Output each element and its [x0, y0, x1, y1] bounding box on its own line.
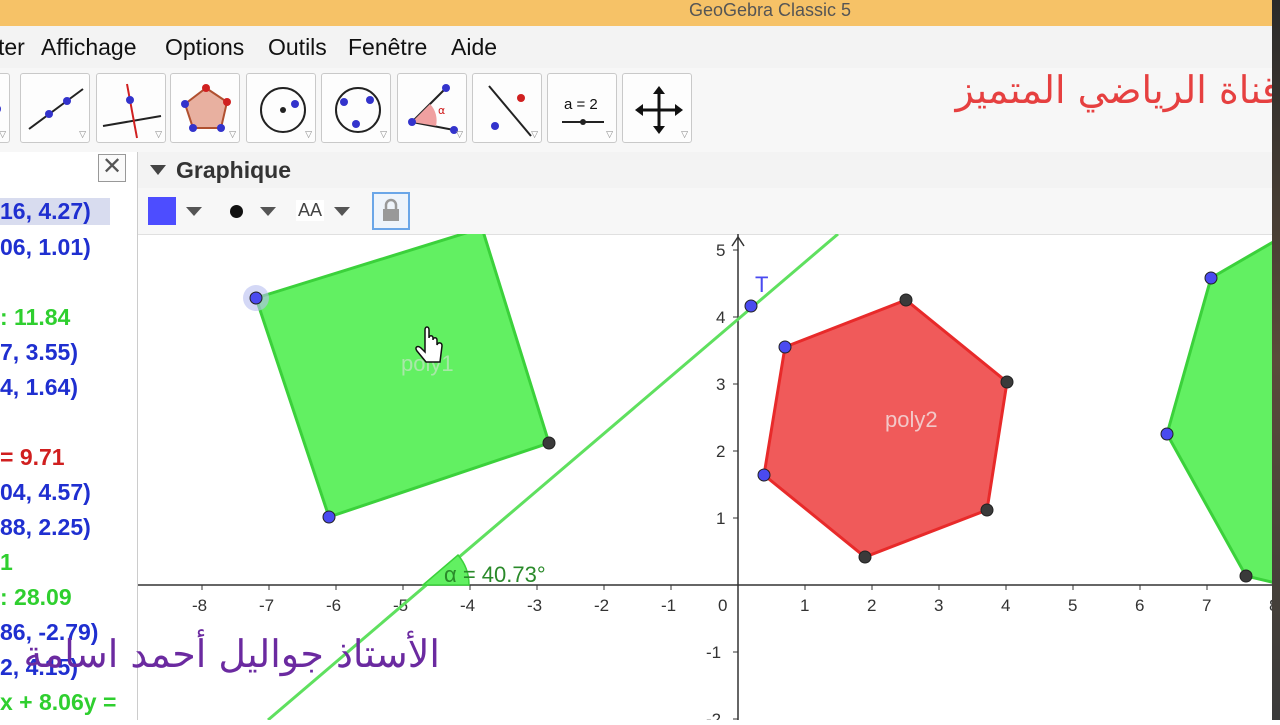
right-edge-strip: [1272, 0, 1280, 720]
y-tick-label: 1: [716, 509, 725, 528]
poly3-vertex: [1160, 427, 1174, 441]
algebra-row[interactable]: = 9.71: [0, 444, 65, 471]
menu-file[interactable]: ter: [0, 34, 25, 61]
y-tick-label: 4: [716, 308, 725, 327]
poly2-vertex: [757, 468, 771, 482]
poly2-vertex: [858, 550, 872, 564]
y-tick-label: 2: [716, 442, 725, 461]
svg-text:α: α: [438, 104, 445, 117]
x-tick-label: -1: [661, 596, 676, 615]
algebra-row[interactable]: : 28.09: [0, 584, 72, 611]
circle-three-points-tool[interactable]: ▽: [321, 73, 391, 143]
window-title: GeoGebra Classic 5: [688, 0, 852, 20]
algebra-row[interactable]: 7, 3.55): [0, 339, 78, 366]
point-style-icon[interactable]: [230, 205, 243, 218]
poly3-vertex: [1204, 271, 1218, 285]
point-T-label: T: [755, 272, 768, 297]
menu-outils[interactable]: Outils: [268, 34, 327, 61]
graphics-view-header: Graphique: [138, 152, 1280, 189]
menu-affichage[interactable]: Affichage: [41, 34, 136, 61]
close-icon[interactable]: ✕: [98, 154, 126, 182]
x-tick-label: -8: [192, 596, 207, 615]
x-tick-label: -2: [594, 596, 609, 615]
poly1-vertex: [249, 291, 263, 305]
y-tick-label: 3: [716, 375, 725, 394]
chevron-down-icon[interactable]: [334, 207, 350, 216]
x-tick-label: -6: [326, 596, 341, 615]
poly2-label: poly2: [885, 407, 938, 432]
menu-options[interactable]: Options: [165, 34, 244, 61]
poly2-vertex: [778, 340, 792, 354]
poly3-vertex: [1239, 569, 1253, 583]
title-bar: GeoGebra Classic 5: [0, 0, 1280, 26]
algebra-row[interactable]: 4, 1.64): [0, 374, 78, 401]
lock-icon: [383, 198, 399, 221]
lock-button[interactable]: [372, 192, 410, 230]
y-tick-label: -2: [706, 710, 721, 720]
channel-watermark: قناة الرياضي المتميز: [955, 68, 1280, 112]
chevron-down-icon[interactable]: [260, 207, 276, 216]
move-graphics-view-tool[interactable]: ▽: [622, 73, 692, 143]
y-tick-label: 5: [716, 241, 725, 260]
menu-aide[interactable]: Aide: [451, 34, 497, 61]
x-tick-label: 3: [934, 596, 943, 615]
angle-tool[interactable]: α ▽: [397, 73, 467, 143]
algebra-row[interactable]: 88, 2.25): [0, 514, 91, 541]
collapse-triangle-icon[interactable]: [150, 165, 166, 175]
line-tool[interactable]: ▽: [20, 73, 90, 143]
reflect-line-tool[interactable]: ▽: [472, 73, 542, 143]
x-tick-label: 7: [1202, 596, 1211, 615]
circle-center-point-tool[interactable]: ▽: [246, 73, 316, 143]
graphics-view-title: Graphique: [176, 157, 292, 183]
x-tick-label: -7: [259, 596, 274, 615]
perpendicular-line-tool[interactable]: ▽: [96, 73, 166, 143]
teacher-watermark: الأستاذ جواليل أحمد اسامة: [23, 632, 440, 676]
x-tick-label: 6: [1135, 596, 1144, 615]
x-tick-label: 2: [867, 596, 876, 615]
chevron-down-icon[interactable]: [186, 207, 202, 216]
menu-bar: ter Affichage Options Outils Fenêtre Aid…: [0, 26, 1280, 69]
poly1-vertex: [322, 510, 336, 524]
algebra-row[interactable]: : 11.84: [0, 304, 70, 331]
x-tick-label: 0: [718, 596, 727, 615]
point-T: [744, 299, 758, 313]
polygon-tool[interactable]: ▽: [170, 73, 240, 143]
y-tick-label: -1: [706, 643, 721, 662]
x-tick-label: 1: [800, 596, 809, 615]
x-tick-label: 4: [1001, 596, 1010, 615]
poly3-shape: [1165, 236, 1280, 586]
poly2-vertex: [899, 293, 913, 307]
algebra-row[interactable]: 04, 4.57): [0, 479, 91, 506]
algebra-row[interactable]: 16, 4.27): [0, 198, 110, 225]
poly1-vertex: [542, 436, 556, 450]
x-tick-label: 5: [1068, 596, 1077, 615]
menu-fenetre[interactable]: Fenêtre: [348, 34, 427, 61]
algebra-row[interactable]: 06, 1.01): [0, 234, 91, 261]
angle-label: α = 40.73°: [444, 562, 546, 587]
point-tool[interactable]: ▽: [0, 73, 10, 143]
x-tick-label: -4: [460, 596, 475, 615]
slider-label: a = 2: [564, 96, 598, 113]
label-style-icon[interactable]: AA: [296, 200, 325, 221]
slider-tool[interactable]: a = 2 ▽: [547, 73, 617, 143]
algebra-row[interactable]: 1: [0, 549, 13, 576]
poly2-vertex: [1000, 375, 1014, 389]
style-bar: AA: [138, 188, 1280, 235]
color-swatch[interactable]: [148, 197, 176, 225]
algebra-row[interactable]: x + 8.06y =: [0, 689, 116, 716]
x-tick-label: -3: [527, 596, 542, 615]
poly2-vertex: [980, 503, 994, 517]
